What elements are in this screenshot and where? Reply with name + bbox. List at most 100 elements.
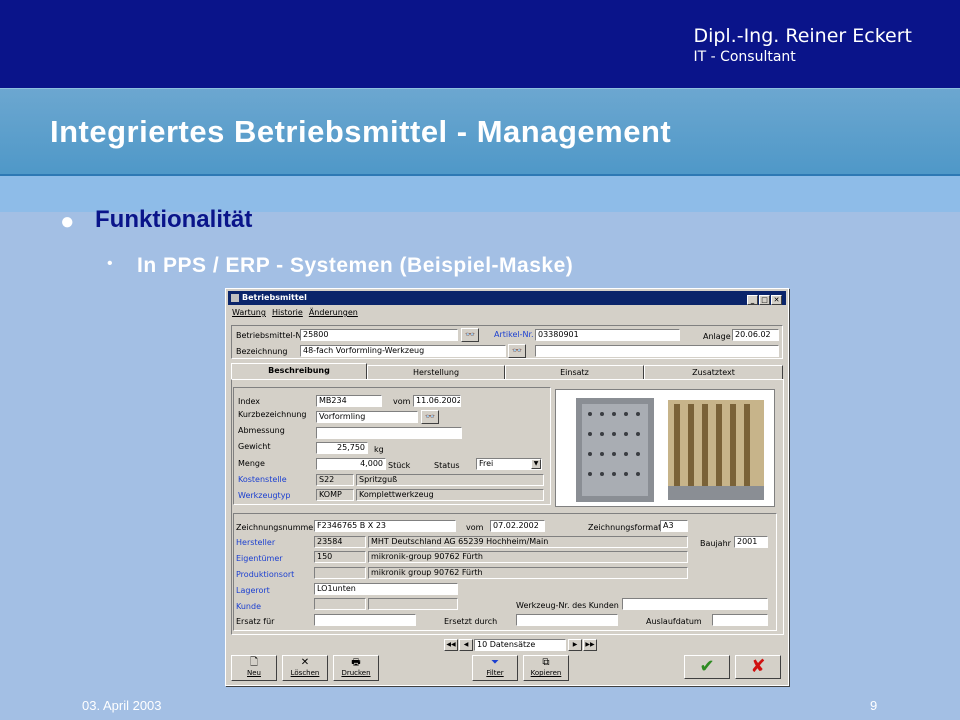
checkmark-icon: ✔ <box>699 656 715 677</box>
zeichnung-vom-field[interactable]: 07.02.2002 <box>490 520 545 532</box>
printer-icon: 🖶 <box>351 657 361 668</box>
lagerort-label[interactable]: Lagerort <box>236 586 270 595</box>
index-field[interactable]: MB234 <box>316 395 382 407</box>
bezeichnung-field[interactable]: 48-fach Vorformling-Werkzeug <box>300 345 506 357</box>
gewicht-label: Gewicht <box>238 442 271 451</box>
window-titlebar[interactable]: Betriebsmittel _ □ ✕ <box>228 291 786 305</box>
drucken-button[interactable]: 🖶 Drucken <box>333 655 379 681</box>
hersteller-text: MHT Deutschland AG 65239 Hochheim/Main <box>368 536 688 548</box>
eigentuemer-text: mikronik-group 90762 Fürth <box>368 551 688 563</box>
vom-label: vom <box>393 397 411 406</box>
binoculars-icon[interactable]: 👓 <box>508 344 526 358</box>
kostenstelle-label[interactable]: Kostenstelle <box>238 475 287 484</box>
first-record-button[interactable]: ◀◀ <box>444 639 458 651</box>
zeichnungsnr-label: Zeichnungsnummer <box>236 523 317 532</box>
binoculars-icon[interactable]: 👓 <box>461 328 479 342</box>
status-label: Status <box>434 461 460 470</box>
kunde-text <box>368 598 458 610</box>
filter-button[interactable]: ⏷ Filter <box>472 655 518 681</box>
kunde-nr-field[interactable] <box>314 598 366 610</box>
produktionsort-text: mikronik group 90762 Fürth <box>368 567 688 579</box>
prev-record-button[interactable]: ◀ <box>459 639 473 651</box>
kopieren-label: Kopieren <box>530 669 562 677</box>
filter-icon: ⏷ <box>491 657 499 668</box>
last-record-button[interactable]: ▶▶ <box>583 639 597 651</box>
maximize-button[interactable]: □ <box>759 295 770 305</box>
wz-kunde-label: Werkzeug-Nr. des Kunden <box>516 601 619 610</box>
neu-label: Neu <box>247 669 261 677</box>
tab-einsatz[interactable]: Einsatz <box>505 365 644 380</box>
abmessung-field[interactable] <box>316 427 462 439</box>
ok-button[interactable]: ✔ <box>684 655 730 679</box>
menu-wartung[interactable]: Wartung <box>232 308 266 317</box>
minimize-button[interactable]: _ <box>747 295 758 305</box>
loeschen-button[interactable]: ✕ Löschen <box>282 655 328 681</box>
chevron-down-icon[interactable]: ▼ <box>531 459 541 469</box>
page-number: 9 <box>870 698 878 713</box>
betriebsmittel-nr-field[interactable]: 25800 <box>300 329 458 341</box>
app-icon <box>231 294 239 302</box>
bullet-level2: In PPS / ERP - Systemen (Beispiel-Maske) <box>137 254 574 277</box>
record-count: 10 Datensätze <box>474 639 566 651</box>
werkzeugtyp-label[interactable]: Werkzeugtyp <box>238 491 291 500</box>
binoculars-icon[interactable]: 👓 <box>421 410 439 424</box>
hersteller-label[interactable]: Hersteller <box>236 538 275 547</box>
tab-zusatztext[interactable]: Zusatztext <box>644 365 783 380</box>
auslaufdatum-field[interactable] <box>712 614 768 626</box>
tab-herstellung[interactable]: Herstellung <box>367 365 505 380</box>
lagerort-field[interactable]: LO1unten <box>314 583 458 595</box>
vom-field[interactable]: 11.06.2002 <box>413 395 461 407</box>
kurzbezeichnung-field[interactable]: Vorformling <box>316 411 418 423</box>
werkzeugtyp-text: Komplettwerkzeug <box>356 489 544 501</box>
footer-date: 03. April 2003 <box>82 698 162 713</box>
bullet-level1: Funktionalität <box>95 206 253 233</box>
next-record-button[interactable]: ▶ <box>568 639 582 651</box>
zeichnungsnr-field[interactable]: F2346765 B X 23 <box>314 520 456 532</box>
bullet-dot-small: • <box>107 255 113 272</box>
author-block: Dipl.-Ing. Reiner Eckert IT - Consultant <box>693 24 912 66</box>
close-button[interactable]: ✕ <box>771 295 782 305</box>
neu-button[interactable]: 🗋 Neu <box>231 655 277 681</box>
new-doc-icon: 🗋 <box>249 657 259 668</box>
wz-kunde-field[interactable] <box>622 598 768 610</box>
window-title: Betriebsmittel <box>242 293 307 302</box>
betriebsmittel-nr-label: Betriebsmittel-Nr. <box>236 331 307 340</box>
ersetzt-durch-field[interactable] <box>516 614 618 626</box>
anlage-label: Anlage <box>703 332 731 341</box>
status-select[interactable]: Frei ▼ <box>476 458 542 470</box>
kostenstelle-field[interactable]: S22 <box>316 474 354 486</box>
kopieren-button[interactable]: ⧉ Kopieren <box>523 655 569 681</box>
menge-field[interactable]: 4,000 <box>316 458 386 470</box>
eigentuemer-label[interactable]: Eigentümer <box>236 554 283 563</box>
cancel-button[interactable]: ✘ <box>735 655 781 679</box>
anlage-field[interactable]: 20.06.02 <box>732 329 779 341</box>
delete-icon: ✕ <box>300 657 310 668</box>
ersatz-fuer-field[interactable] <box>314 614 416 626</box>
zeichnungsformat-field[interactable]: A3 <box>660 520 688 532</box>
filter-label: Filter <box>486 669 504 677</box>
kunde-label[interactable]: Kunde <box>236 602 261 611</box>
bezeichnung-label: Bezeichnung <box>236 347 288 356</box>
gewicht-field[interactable]: 25,750 <box>316 442 368 454</box>
kurzbezeichnung-label: Kurzbezeichnung <box>238 410 307 419</box>
menu-bar: Wartung Historie Änderungen <box>232 308 358 317</box>
menu-historie[interactable]: Historie <box>272 308 303 317</box>
hersteller-nr-field[interactable]: 23584 <box>314 536 366 548</box>
abmessung-label: Abmessung <box>238 426 285 435</box>
tab-beschreibung[interactable]: Beschreibung <box>231 363 367 380</box>
status-value: Frei <box>479 459 494 468</box>
werkzeugtyp-field[interactable]: KOMP <box>316 489 354 501</box>
baujahr-field[interactable]: 2001 <box>734 536 768 548</box>
produktionsort-nr-field[interactable] <box>314 567 366 579</box>
produktionsort-label[interactable]: Produktionsort <box>236 570 294 579</box>
eigentuemer-nr-field[interactable]: 150 <box>314 551 366 563</box>
loeschen-label: Löschen <box>290 669 320 677</box>
bezeichnung2-field[interactable] <box>535 345 779 357</box>
menu-aenderungen[interactable]: Änderungen <box>309 308 358 317</box>
artikel-nr-label[interactable]: Artikel-Nr. <box>494 330 534 339</box>
drucken-label: Drucken <box>341 669 371 677</box>
artikel-nr-field[interactable]: 03380901 <box>535 329 680 341</box>
zeichnungsformat-label: Zeichnungsformat <box>588 523 662 532</box>
author-role: IT - Consultant <box>693 49 796 65</box>
menge-unit: Stück <box>388 461 411 470</box>
